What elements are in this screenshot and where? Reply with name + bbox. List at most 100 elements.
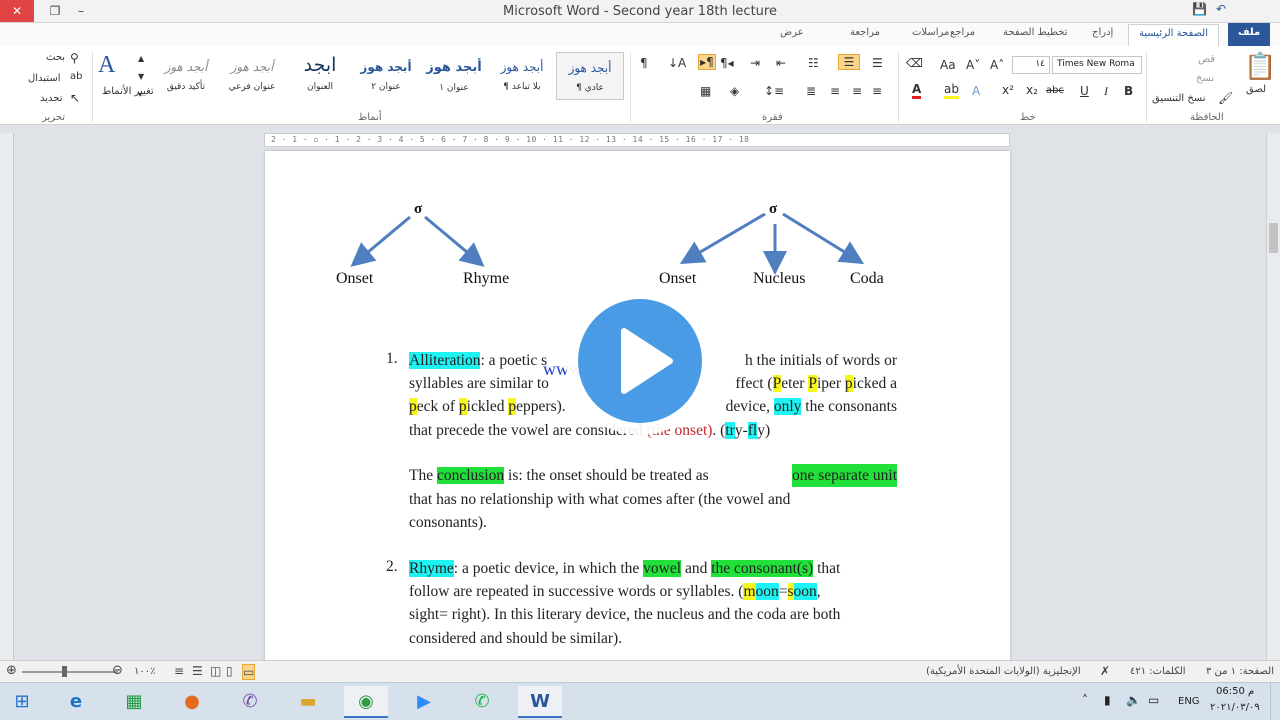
borders-icon[interactable]: ▦ <box>700 84 711 98</box>
tab-insert[interactable]: إدراج <box>1092 27 1113 38</box>
input-language[interactable]: ENG <box>1178 696 1200 707</box>
zoom-app-icon[interactable]: ▶ <box>402 686 446 718</box>
whatsapp-icon[interactable]: ✆ <box>460 686 504 718</box>
close-button[interactable]: ✕ <box>0 0 34 22</box>
chrome-icon[interactable]: ◉ <box>344 686 388 718</box>
style-subtle-emphasis[interactable]: أبجد هوز تأكيد دقيق <box>152 52 220 100</box>
scrollbar-thumb[interactable] <box>1269 223 1278 253</box>
word-taskbar-icon[interactable]: W <box>518 686 562 718</box>
tab-home[interactable]: الصفحة الرئيسية <box>1128 24 1219 46</box>
binoculars-icon: ⚲ <box>70 51 79 65</box>
font-color-icon[interactable]: A <box>912 82 922 99</box>
font-name-combo[interactable]: Times New Roma <box>1052 56 1142 74</box>
justify-icon[interactable]: ≣ <box>806 84 816 98</box>
style-title[interactable]: ابجد العنوان <box>286 52 354 100</box>
ltr-direction-icon[interactable]: ▸¶ <box>698 54 716 70</box>
underline-icon[interactable]: U <box>1080 84 1089 98</box>
align-center-icon[interactable]: ≡ <box>852 84 862 98</box>
tray-arrow-icon[interactable]: ˄ <box>1082 693 1088 707</box>
language-indicator[interactable]: الإنجليزية (الولايات المتحدة الأمريكية) <box>926 666 1081 677</box>
rtl-direction-icon[interactable]: ¶◂ <box>720 56 734 70</box>
shading-icon[interactable]: ◈ <box>730 84 739 98</box>
start-button-icon[interactable]: ⊞ <box>0 686 44 718</box>
paste-button[interactable]: لصق <box>1246 84 1266 95</box>
show-desktop-button[interactable] <box>1270 683 1280 720</box>
view-outline-icon[interactable]: ☰ <box>192 664 203 678</box>
change-case-icon[interactable]: Aa <box>940 58 956 72</box>
highlight-icon[interactable]: ab <box>944 82 959 99</box>
tab-view[interactable]: عرض <box>780 27 804 38</box>
copy-button[interactable]: نسخ <box>1196 73 1214 84</box>
viber-icon[interactable]: ✆ <box>228 686 272 718</box>
show-formatting-marks-icon[interactable]: ¶ <box>640 56 648 70</box>
proofing-icon[interactable]: ✗ <box>1100 664 1110 678</box>
cut-button[interactable]: قص <box>1198 54 1215 65</box>
view-reading-icon[interactable]: ▯ <box>226 664 233 678</box>
tab-review[interactable]: مراجعة <box>850 27 880 38</box>
format-painter-button[interactable]: نسخ التنسيق <box>1152 93 1205 104</box>
select-button[interactable]: تحديد <box>40 93 63 104</box>
zoom-level[interactable]: ١٠٠٪ <box>134 666 156 677</box>
view-web-icon[interactable]: ◫ <box>210 664 221 678</box>
page-count[interactable]: الصفحة: ١ من ٣ <box>1206 666 1274 677</box>
grow-font-icon[interactable]: A˄ <box>990 58 1004 72</box>
increase-indent-icon[interactable]: ⇥ <box>750 56 760 70</box>
horizontal-ruler[interactable]: 2 · 1 · ⌂ · 1 · 2 · 3 · 4 · 5 · 6 · 7 · … <box>264 133 1010 147</box>
change-styles-icon[interactable]: A <box>98 52 115 79</box>
network-icon[interactable]: ▮ <box>1104 693 1111 707</box>
decrease-indent-icon[interactable]: ⇤ <box>776 56 786 70</box>
vertical-scrollbar[interactable] <box>1266 133 1280 660</box>
tab-mailings[interactable]: مراسلات <box>912 27 949 38</box>
change-styles-button[interactable]: تغيير الأنماط <box>102 86 154 97</box>
clear-formatting-icon[interactable]: ⌫ <box>906 56 923 70</box>
style-no-spacing[interactable]: أبجد هوز ¶ بلا تباعد <box>488 52 556 100</box>
microsoft-store-icon[interactable]: ▦ <box>112 686 156 718</box>
subscript-icon[interactable]: x₂ <box>1026 83 1038 97</box>
tab-file[interactable]: ملف <box>1228 23 1271 46</box>
video-play-button[interactable] <box>578 299 702 423</box>
paste-icon[interactable]: 📋 <box>1244 52 1276 82</box>
styles-scroll-up-icon[interactable]: ▲ <box>138 54 144 63</box>
firefox-icon[interactable]: ● <box>170 686 214 718</box>
align-right-icon[interactable]: ≡ <box>872 84 882 98</box>
zoom-in-icon[interactable]: ⊕ <box>6 663 17 678</box>
text-effects-icon[interactable]: A <box>972 84 980 98</box>
italic-icon[interactable]: I <box>1104 84 1108 99</box>
replace-button[interactable]: استبدال <box>28 73 61 84</box>
text-run: device, <box>725 398 774 415</box>
clock-time[interactable]: 06:50 م <box>1216 686 1254 697</box>
bullets-icon[interactable]: ☰ <box>872 56 883 70</box>
find-button[interactable]: بحث <box>46 52 65 63</box>
bold-icon[interactable]: B <box>1124 84 1133 98</box>
tab-references[interactable]: مراجع <box>950 27 975 38</box>
style-heading-1[interactable]: أبجد هوز عنوان ١ <box>420 52 488 100</box>
strikethrough-icon[interactable]: abc <box>1046 85 1064 96</box>
superscript-icon[interactable]: x² <box>1002 83 1014 97</box>
file-explorer-icon[interactable]: ▬ <box>286 686 330 718</box>
style-normal[interactable]: أبجد هوز ¶ عادي <box>556 52 624 100</box>
internet-explorer-icon[interactable]: e <box>54 686 98 718</box>
numbering-icon[interactable]: ☰ <box>838 54 860 70</box>
volume-icon[interactable]: 🔈 <box>1126 693 1141 707</box>
shrink-font-icon[interactable]: A˅ <box>966 58 980 72</box>
multilevel-list-icon[interactable]: ☷ <box>808 56 819 70</box>
restore-button[interactable]: ❐ <box>42 0 68 22</box>
zoom-out-icon[interactable]: ⊖ <box>112 663 123 678</box>
styles-scroll-down-icon[interactable]: ▼ <box>138 72 144 81</box>
sort-icon[interactable]: ↓A <box>668 56 686 70</box>
font-size-combo[interactable]: ١٤ <box>1012 56 1050 74</box>
tree1-rhyme: Rhyme <box>463 270 510 287</box>
battery-icon[interactable]: ▭ <box>1148 693 1159 707</box>
line-spacing-icon[interactable]: ↕≡ <box>764 84 784 98</box>
align-left-icon[interactable]: ≡ <box>830 84 840 98</box>
view-print-layout-icon[interactable]: ▭ <box>242 664 256 680</box>
tab-page-layout[interactable]: تخطيط الصفحة <box>1003 27 1068 38</box>
style-subtitle[interactable]: أبجد هوز عنوان فرعي <box>218 52 286 100</box>
minimize-button[interactable]: – <box>68 0 94 22</box>
zoom-slider[interactable] <box>22 671 118 673</box>
clock-date[interactable]: ٢٠٢١/٠٣/٠٩ <box>1210 702 1260 713</box>
zoom-slider-thumb[interactable] <box>62 666 67 677</box>
word-count[interactable]: الكلمات: ٤٢١ <box>1130 666 1186 677</box>
style-heading-2[interactable]: أبجد هوز عنوان ٢ <box>352 52 420 100</box>
view-draft-icon[interactable]: ≡ <box>174 664 184 678</box>
